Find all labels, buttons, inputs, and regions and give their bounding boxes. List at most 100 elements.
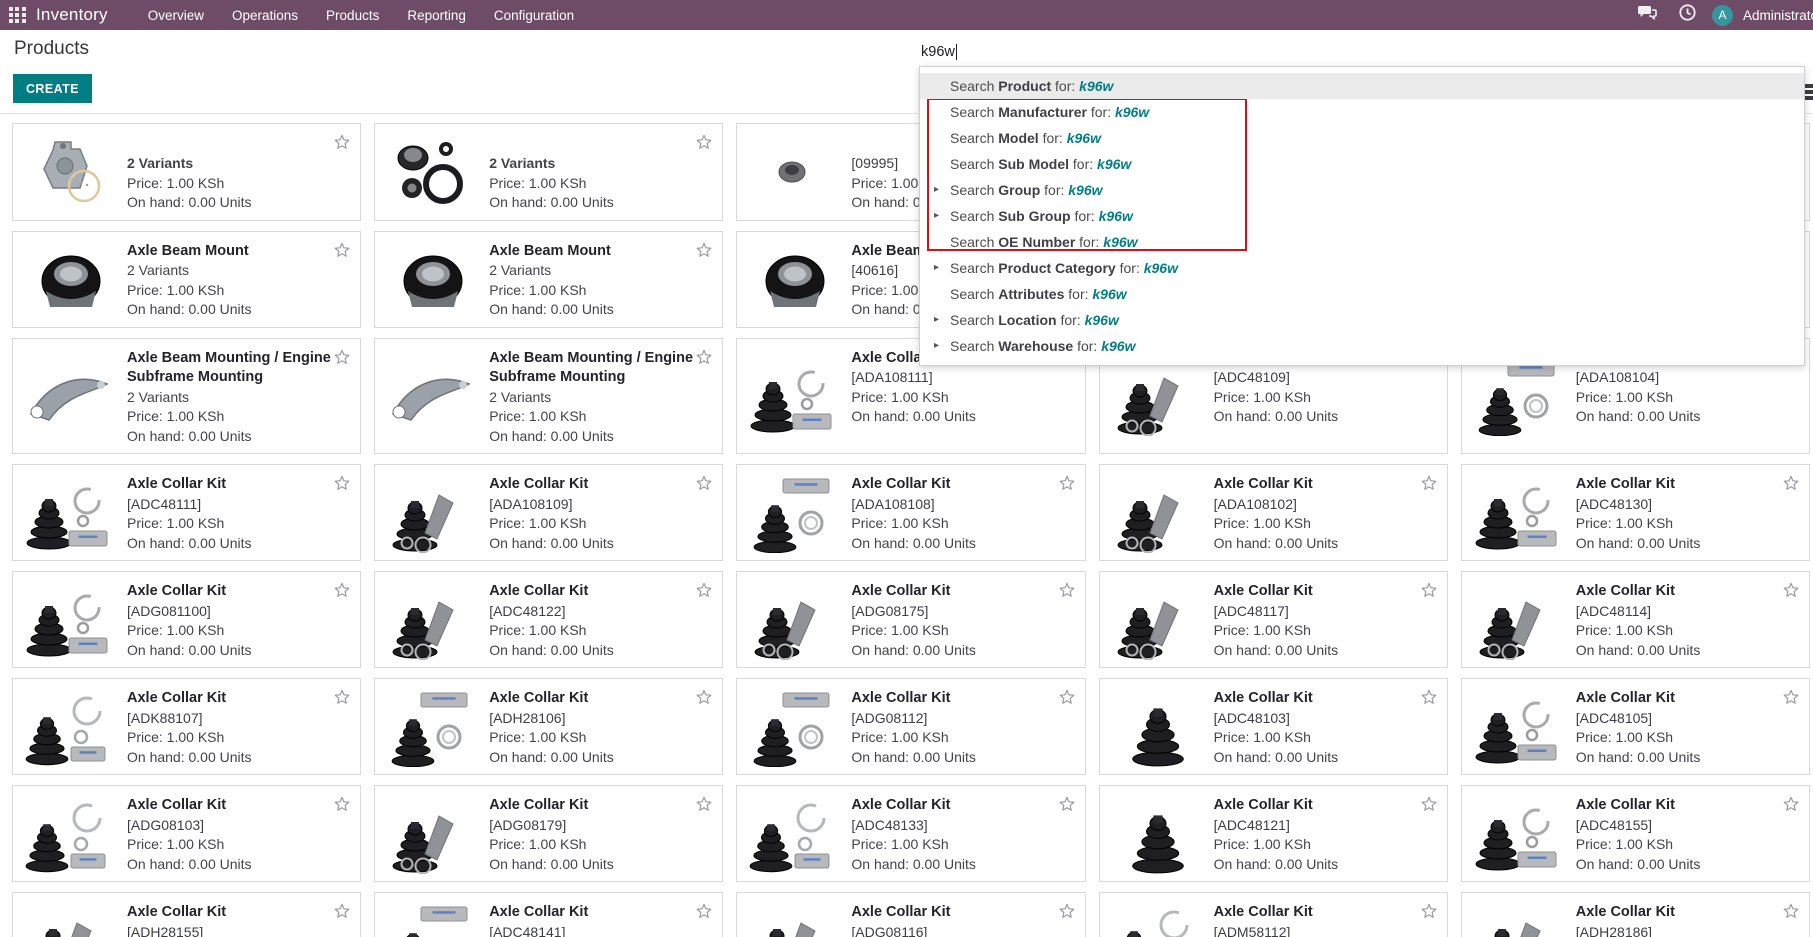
nav-item-operations[interactable]: Operations xyxy=(220,2,310,29)
expand-caret-icon[interactable]: ▸ xyxy=(934,307,939,333)
product-price: Price: 1.00 KSh xyxy=(1576,621,1801,641)
favorite-star-icon[interactable] xyxy=(695,474,713,492)
product-card[interactable]: Axle Beam Mount2 VariantsPrice: 1.00 KSh… xyxy=(12,231,361,328)
product-card[interactable]: Axle Collar Kit[ADA108108]Price: 1.00 KS… xyxy=(736,464,1085,561)
favorite-star-icon[interactable] xyxy=(695,795,713,813)
favorite-star-icon[interactable] xyxy=(333,348,351,366)
product-card[interactable]: Axle Collar Kit[ADK88107]Price: 1.00 KSh… xyxy=(12,678,361,775)
product-card[interactable]: Axle Collar Kit[ADG08175]Price: 1.00 KSh… xyxy=(736,571,1085,668)
product-card[interactable]: Axle Collar Kit[ADA108102]Price: 1.00 KS… xyxy=(1099,464,1448,561)
favorite-star-icon[interactable] xyxy=(1058,581,1076,599)
product-card[interactable]: Axle Collar Kit[ADC48114]Price: 1.00 KSh… xyxy=(1461,571,1810,668)
product-card[interactable]: Axle Beam Mounting / Engine Subframe Mou… xyxy=(374,338,723,455)
product-card[interactable]: Axle Collar Kit[ADM58112] xyxy=(1099,892,1448,937)
product-card[interactable]: Axle Collar Kit[ADH28186] xyxy=(1461,892,1810,937)
favorite-star-icon[interactable] xyxy=(1782,902,1800,920)
favorite-star-icon[interactable] xyxy=(333,474,351,492)
favorite-star-icon[interactable] xyxy=(695,241,713,259)
product-card[interactable]: Axle Collar Kit[ADG081100]Price: 1.00 KS… xyxy=(12,571,361,668)
product-code: [ADG08179] xyxy=(489,816,714,836)
product-card[interactable]: Axle Collar Kit[ADC48133]Price: 1.00 KSh… xyxy=(736,785,1085,882)
nav-item-configuration[interactable]: Configuration xyxy=(482,2,586,29)
expand-caret-icon[interactable]: ▸ xyxy=(934,333,939,359)
product-card[interactable]: Axle Collar Kit[ADC48155]Price: 1.00 KSh… xyxy=(1461,785,1810,882)
search-option-location[interactable]: ▸Search Location for: k96w xyxy=(920,307,1804,333)
favorite-star-icon[interactable] xyxy=(333,581,351,599)
favorite-star-icon[interactable] xyxy=(333,241,351,259)
product-card[interactable]: Axle Beam Mounting / Engine Subframe Mou… xyxy=(12,338,361,455)
favorite-star-icon[interactable] xyxy=(1420,581,1438,599)
product-card-body: Axle Collar Kit[ADG08112]Price: 1.00 KSh… xyxy=(845,686,1076,767)
control-arm-product-image xyxy=(383,346,483,447)
favorite-star-icon[interactable] xyxy=(695,133,713,151)
create-button[interactable]: CREATE xyxy=(13,74,92,103)
favorite-star-icon[interactable] xyxy=(1782,795,1800,813)
favorite-star-icon[interactable] xyxy=(695,348,713,366)
product-card[interactable]: Axle Collar Kit[ADH28155] xyxy=(12,892,361,937)
favorite-star-icon[interactable] xyxy=(1420,688,1438,706)
search-option-model[interactable]: Search Model for: k96w xyxy=(920,125,1804,151)
search-option-oe-number[interactable]: Search OE Number for: k96w xyxy=(920,229,1804,255)
product-card[interactable]: Axle Collar Kit[ADG08179]Price: 1.00 KSh… xyxy=(374,785,723,882)
product-card[interactable]: Axle Collar Kit[ADC48122]Price: 1.00 KSh… xyxy=(374,571,723,668)
product-card[interactable]: Axle Collar Kit[ADG08112]Price: 1.00 KSh… xyxy=(736,678,1085,775)
favorite-star-icon[interactable] xyxy=(1420,795,1438,813)
product-card[interactable]: Axle Collar Kit[ADH28106]Price: 1.00 KSh… xyxy=(374,678,723,775)
apps-grid-icon[interactable] xyxy=(9,7,26,24)
favorite-star-icon[interactable] xyxy=(1058,795,1076,813)
product-card[interactable]: Axle Collar Kit[ADC48103]Price: 1.00 KSh… xyxy=(1099,678,1448,775)
user-menu[interactable]: Administrator xyxy=(1743,8,1813,23)
search-option-sub-model[interactable]: Search Sub Model for: k96w xyxy=(920,151,1804,177)
search-field-name: Location xyxy=(998,312,1056,328)
favorite-star-icon[interactable] xyxy=(1058,902,1076,920)
product-card[interactable]: Axle Collar Kit[ADC48130]Price: 1.00 KSh… xyxy=(1461,464,1810,561)
search-option-manufacturer[interactable]: Search Manufacturer for: k96w xyxy=(920,99,1804,125)
expand-caret-icon[interactable]: ▸ xyxy=(934,203,939,229)
favorite-star-icon[interactable] xyxy=(333,795,351,813)
favorite-star-icon[interactable] xyxy=(695,581,713,599)
favorite-star-icon[interactable] xyxy=(695,902,713,920)
product-card[interactable]: Axle Collar Kit[ADC48121]Price: 1.00 KSh… xyxy=(1099,785,1448,882)
favorite-star-icon[interactable] xyxy=(695,688,713,706)
messages-icon[interactable] xyxy=(1632,5,1662,26)
product-card[interactable]: Axle Collar Kit[ADC48141] xyxy=(374,892,723,937)
product-card[interactable]: Axle Collar Kit[ADC48111]Price: 1.00 KSh… xyxy=(12,464,361,561)
product-card[interactable]: Axle Collar Kit[ADG08103]Price: 1.00 KSh… xyxy=(12,785,361,882)
search-option-attributes[interactable]: Search Attributes for: k96w xyxy=(920,281,1804,307)
favorite-star-icon[interactable] xyxy=(1782,688,1800,706)
nav-item-overview[interactable]: Overview xyxy=(136,2,216,29)
favorite-star-icon[interactable] xyxy=(333,902,351,920)
product-card[interactable]: 2 VariantsPrice: 1.00 KShOn hand: 0.00 U… xyxy=(12,123,361,221)
favorite-star-icon[interactable] xyxy=(1782,474,1800,492)
search-option-sub-group[interactable]: ▸Search Sub Group for: k96w xyxy=(920,203,1804,229)
user-avatar[interactable]: A xyxy=(1712,5,1733,26)
favorite-star-icon[interactable] xyxy=(333,133,351,151)
product-card[interactable]: Axle Collar Kit[ADG08116] xyxy=(736,892,1085,937)
favorite-star-icon[interactable] xyxy=(1420,902,1438,920)
product-card[interactable]: Axle Beam Mount2 VariantsPrice: 1.00 KSh… xyxy=(374,231,723,328)
app-title[interactable]: Inventory xyxy=(36,5,108,25)
product-card-body: Axle Collar Kit[ADK88107]Price: 1.00 KSh… xyxy=(121,686,352,767)
search-input[interactable]: k96w xyxy=(921,42,957,62)
product-on-hand: On hand: 0.00 Units xyxy=(489,748,714,768)
favorite-star-icon[interactable] xyxy=(333,688,351,706)
favorite-star-icon[interactable] xyxy=(1420,474,1438,492)
search-option-product[interactable]: Search Product for: k96w xyxy=(920,73,1804,99)
product-card[interactable]: Axle Collar Kit[ADC48117]Price: 1.00 KSh… xyxy=(1099,571,1448,668)
expand-caret-icon[interactable]: ▸ xyxy=(934,255,939,281)
search-option-warehouse[interactable]: ▸Search Warehouse for: k96w xyxy=(920,333,1804,359)
search-option-product-category[interactable]: ▸Search Product Category for: k96w xyxy=(920,255,1804,281)
product-card-body: Axle Collar Kit[ADG081100]Price: 1.00 KS… xyxy=(121,579,352,660)
product-card[interactable]: 2 VariantsPrice: 1.00 KShOn hand: 0.00 U… xyxy=(374,123,723,221)
nav-item-products[interactable]: Products xyxy=(314,2,391,29)
product-code: [ADC48155] xyxy=(1576,816,1801,836)
product-card[interactable]: Axle Collar Kit[ADC48105]Price: 1.00 KSh… xyxy=(1461,678,1810,775)
favorite-star-icon[interactable] xyxy=(1058,688,1076,706)
nav-item-reporting[interactable]: Reporting xyxy=(395,2,478,29)
product-card[interactable]: Axle Collar Kit[ADA108109]Price: 1.00 KS… xyxy=(374,464,723,561)
search-option-group[interactable]: ▸Search Group for: k96w xyxy=(920,177,1804,203)
favorite-star-icon[interactable] xyxy=(1782,581,1800,599)
activities-clock-icon[interactable] xyxy=(1672,4,1702,26)
expand-caret-icon[interactable]: ▸ xyxy=(934,177,939,203)
favorite-star-icon[interactable] xyxy=(1058,474,1076,492)
